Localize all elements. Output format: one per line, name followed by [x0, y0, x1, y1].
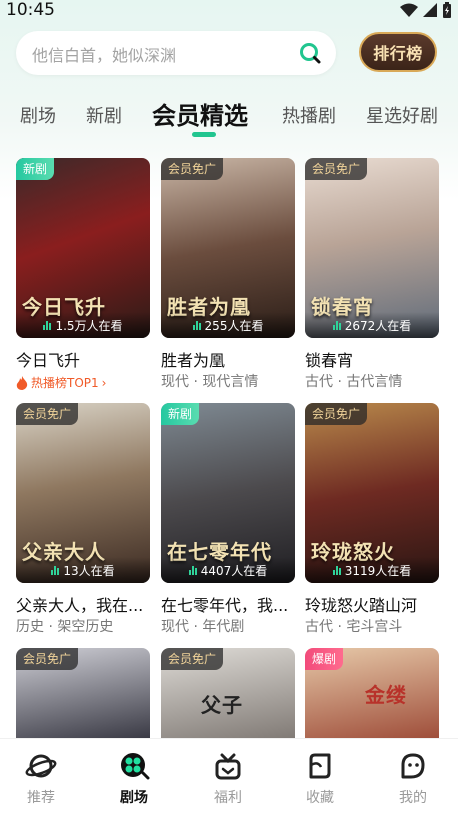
- fire-icon: [16, 375, 28, 390]
- status-bar: 10:45: [0, 0, 458, 22]
- drama-card[interactable]: 在七零年代 新剧 4407人在看 在七零年代，我... 现代 · 年代剧: [161, 403, 295, 635]
- drama-card[interactable]: 今日飞升 新剧 1.5万人在看 今日飞升 热播榜TOP1 ›: [16, 158, 150, 391]
- viewer-count: 2672人在看: [305, 312, 439, 338]
- poster-image: 玲珑怒火 会员免广 3119人在看: [305, 403, 439, 583]
- drama-card[interactable]: 父子 会员免广: [161, 648, 295, 820]
- active-tab-indicator: [192, 132, 216, 137]
- poster-image: 胜者为凰 会员免广 255人在看: [161, 158, 295, 338]
- trending-bars-icon: [332, 320, 341, 330]
- rank-button-label: 排行榜: [373, 44, 423, 63]
- trending-bars-icon: [188, 565, 197, 575]
- battery-icon: [443, 2, 451, 18]
- profile-icon: [401, 753, 425, 779]
- tab-theater[interactable]: 剧场: [20, 102, 56, 128]
- tab-new[interactable]: 新剧: [86, 102, 122, 128]
- drama-card[interactable]: 玲珑怒火 会员免广 3119人在看 玲珑怒火踏山河 古代 · 宅斗宫斗: [305, 403, 439, 635]
- search-icon[interactable]: [298, 41, 322, 65]
- poster-title-art: 金缕: [365, 683, 407, 707]
- badge-label: 会员免广: [16, 403, 79, 425]
- nav-favorites[interactable]: 收藏: [290, 751, 350, 807]
- drama-tags: 古代 · 古代言情: [305, 374, 403, 390]
- tab-hot[interactable]: 热播剧: [282, 102, 336, 128]
- trending-bars-icon: [192, 320, 201, 330]
- viewer-count-text: 3119人在看: [344, 563, 412, 578]
- nav-welfare[interactable]: 福利: [198, 751, 258, 807]
- nav-label: 推荐: [27, 790, 55, 806]
- viewer-count: 3119人在看: [305, 557, 439, 583]
- hot-rank-label[interactable]: 热播榜TOP1 ›: [16, 374, 106, 391]
- nav-theater[interactable]: 剧场: [104, 751, 164, 807]
- bottom-navigation: 推荐 剧场 福利 收藏 我的: [0, 738, 458, 820]
- badge-label: 会员免广: [305, 158, 368, 180]
- poster-image: 在七零年代 新剧 4407人在看: [161, 403, 295, 583]
- drama-title: 锁春宵: [305, 351, 354, 370]
- bookmark-icon: [309, 753, 331, 779]
- tab-star-picks[interactable]: 星选好剧: [366, 102, 438, 128]
- viewer-count-text: 1.5万人在看: [55, 318, 123, 333]
- drama-tags: 现代 · 年代剧: [161, 619, 245, 635]
- signal-icon: [423, 3, 437, 17]
- badge-label: 会员免广: [161, 158, 224, 180]
- viewer-count-text: 255人在看: [204, 318, 264, 333]
- badge-label: 会员免广: [16, 648, 79, 670]
- wifi-icon: [400, 3, 418, 17]
- nav-profile[interactable]: 我的: [383, 751, 443, 807]
- nav-label: 收藏: [306, 790, 334, 806]
- poster-title-art: 父子: [201, 693, 243, 717]
- drama-card[interactable]: 锁春宵 会员免广 2672人在看 锁春宵 古代 · 古代言情: [305, 158, 439, 390]
- drama-title: 今日飞升: [16, 351, 81, 370]
- nav-label: 我的: [399, 790, 427, 806]
- rank-button[interactable]: 排行榜: [359, 32, 437, 72]
- theater-icon: [121, 753, 150, 780]
- search-input[interactable]: 他信白首，她似深渊: [16, 31, 336, 75]
- drama-card[interactable]: 胜者为凰 会员免广 255人在看 胜者为凰 现代 · 现代言情: [161, 158, 295, 390]
- badge-label: 会员免广: [305, 403, 368, 425]
- viewer-count: 13人在看: [16, 557, 150, 583]
- drama-tags: 历史 · 架空历史: [16, 619, 114, 635]
- badge-label: 新剧: [161, 403, 200, 425]
- nav-label: 福利: [214, 790, 242, 806]
- viewer-count: 1.5万人在看: [16, 312, 150, 338]
- gift-icon: [215, 753, 241, 780]
- search-placeholder: 他信白首，她似深渊: [32, 46, 177, 65]
- status-time: 10:45: [6, 0, 55, 20]
- drama-tags: 现代 · 现代言情: [161, 374, 259, 390]
- viewer-count-text: 4407人在看: [200, 563, 268, 578]
- viewer-count: 255人在看: [161, 312, 295, 338]
- tab-vip-picks[interactable]: 会员精选: [152, 96, 248, 131]
- poster-image: 父亲大人 会员免广 13人在看: [16, 403, 150, 583]
- drama-card[interactable]: 父亲大人 会员免广 13人在看 父亲大人，我在... 历史 · 架空历史: [16, 403, 150, 635]
- drama-card[interactable]: 金缕 爆剧: [305, 648, 439, 820]
- viewer-count: 4407人在看: [161, 557, 295, 583]
- drama-card[interactable]: 会员免广: [16, 648, 150, 820]
- status-icons: [400, 2, 452, 18]
- nav-recommend[interactable]: 推荐: [11, 751, 71, 807]
- viewer-count-text: 2672人在看: [344, 318, 412, 333]
- drama-title: 在七零年代，我...: [161, 596, 289, 615]
- category-tabs: 剧场 新剧 会员精选 热播剧 星选好剧: [0, 96, 458, 140]
- drama-tags: 古代 · 宅斗宫斗: [305, 619, 403, 635]
- drama-title: 玲珑怒火踏山河: [305, 596, 418, 615]
- trending-bars-icon: [43, 320, 52, 330]
- poster-image: 锁春宵 会员免广 2672人在看: [305, 158, 439, 338]
- poster-image: 今日飞升 新剧 1.5万人在看: [16, 158, 150, 338]
- badge-label: 新剧: [16, 158, 55, 180]
- badge-label: 会员免广: [161, 648, 224, 670]
- drama-title: 父亲大人，我在...: [16, 596, 144, 615]
- trending-bars-icon: [51, 565, 60, 575]
- viewer-count-text: 13人在看: [63, 563, 115, 578]
- badge-label: 爆剧: [305, 648, 344, 670]
- chevron-right-icon: ›: [101, 375, 107, 390]
- nav-label: 剧场: [120, 790, 148, 806]
- planet-icon: [25, 754, 57, 778]
- drama-title: 胜者为凰: [161, 351, 226, 370]
- hot-rank-text: 热播榜TOP1: [31, 376, 99, 390]
- trending-bars-icon: [332, 565, 341, 575]
